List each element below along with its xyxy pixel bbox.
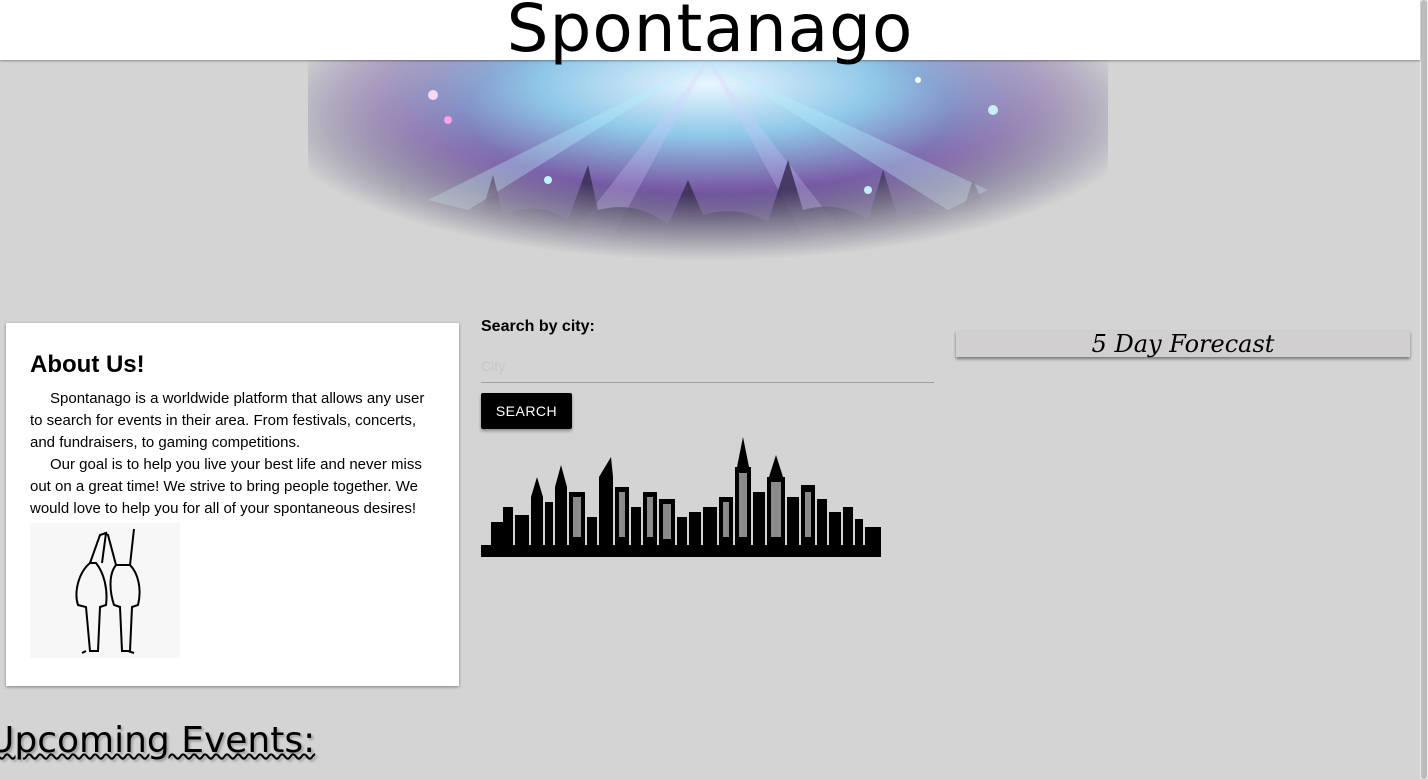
scrollbar-thumb[interactable] — [1421, 0, 1427, 779]
brand-logo[interactable]: Spontanago — [507, 0, 914, 62]
about-paragraph-2: Our goal is to help you live your best l… — [30, 456, 422, 517]
about-title: About Us! — [30, 351, 145, 378]
concert-hero-image — [308, 40, 1108, 285]
search-label: Search by city: — [481, 318, 595, 335]
friends-illustration — [30, 523, 180, 658]
about-paragraph-1: Spontanago is a worldwide platform that … — [30, 390, 425, 451]
upcoming-events-heading: Upcoming Events: — [0, 720, 316, 761]
forecast-header: 5 Day Forecast — [956, 331, 1410, 357]
city-search-input[interactable] — [481, 350, 934, 383]
site-header: Spontanago — [0, 0, 1420, 62]
forecast-title: 5 Day Forecast — [1091, 330, 1275, 358]
about-card: About Us! Spontanago is a worldwide plat… — [6, 323, 459, 686]
search-button[interactable]: SEARCH — [481, 393, 572, 429]
city-skyline-illustration — [481, 437, 881, 557]
